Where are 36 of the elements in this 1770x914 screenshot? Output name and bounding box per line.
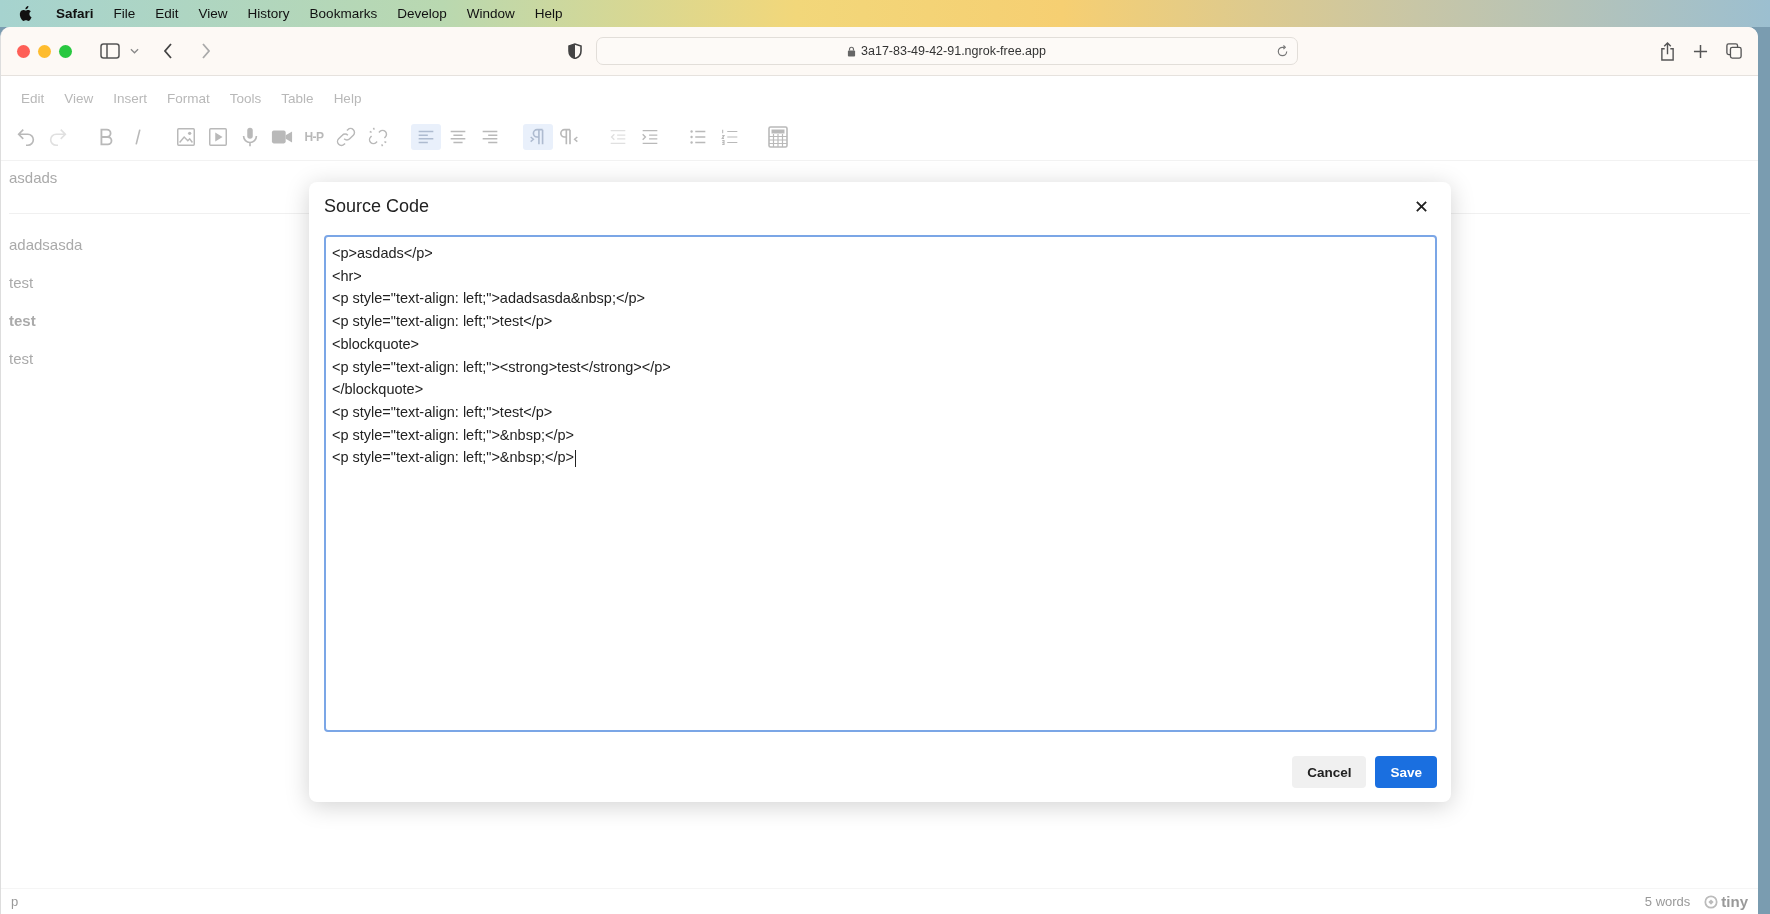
- close-window-button[interactable]: [17, 44, 30, 58]
- paragraph-text: adadsasda: [9, 236, 83, 253]
- chevron-down-icon[interactable]: [130, 48, 139, 54]
- menu-item[interactable]: Help: [524, 6, 573, 21]
- menu-item[interactable]: History: [237, 6, 300, 21]
- apple-logo-icon[interactable]: [18, 5, 32, 22]
- paragraph-text: test: [9, 274, 34, 291]
- menu-item[interactable]: Edit: [145, 6, 189, 21]
- menu-item[interactable]: View: [188, 6, 238, 21]
- dialog-title: Source Code: [324, 196, 430, 217]
- close-icon[interactable]: [1415, 200, 1428, 213]
- paragraph-text: test: [9, 350, 34, 367]
- menu-item[interactable]: File: [103, 6, 146, 21]
- address-bar[interactable]: 3a17-83-49-42-91.ngrok-free.app: [595, 37, 1298, 65]
- cancel-button[interactable]: Cancel: [1292, 756, 1367, 788]
- left-to-right-icon[interactable]: [523, 124, 553, 150]
- minimize-window-button[interactable]: [38, 44, 51, 58]
- save-button[interactable]: Save: [1375, 756, 1437, 788]
- new-tab-icon[interactable]: [1693, 43, 1708, 59]
- reload-icon[interactable]: [1275, 44, 1289, 58]
- align-left-icon[interactable]: [411, 124, 441, 150]
- sidebar-icon[interactable]: [100, 43, 120, 59]
- forward-icon[interactable]: [201, 43, 211, 59]
- paragraph-text: test: [9, 312, 36, 329]
- paragraph-text: asdads: [9, 169, 58, 186]
- zoom-window-button[interactable]: [59, 44, 72, 58]
- menu-item[interactable]: Bookmarks: [299, 6, 388, 21]
- back-icon[interactable]: [163, 43, 173, 59]
- app-menu[interactable]: Safari: [46, 6, 104, 21]
- lock-icon: [847, 45, 857, 57]
- shield-icon[interactable]: [567, 43, 582, 59]
- source-code-field[interactable]: <p>asdads</p> <hr> <p style="text-align: left;">adadsasda&nbsp;</p> <p style="text-align: left;">test</p> <blockquote> <p style="text-align: left;"><strong>test</strong></p> </blockquote> <p style="text-align: left;">test</p> <p style="text-align: left;">&nbsp;</p> <p style="text-align: left;">&nbsp;</p>: [324, 235, 1437, 732]
- tabs-overview-icon[interactable]: [1726, 43, 1742, 59]
- menu-item[interactable]: Develop: [387, 6, 457, 21]
- share-icon[interactable]: [1660, 41, 1675, 61]
- menu-item[interactable]: Window: [456, 6, 525, 21]
